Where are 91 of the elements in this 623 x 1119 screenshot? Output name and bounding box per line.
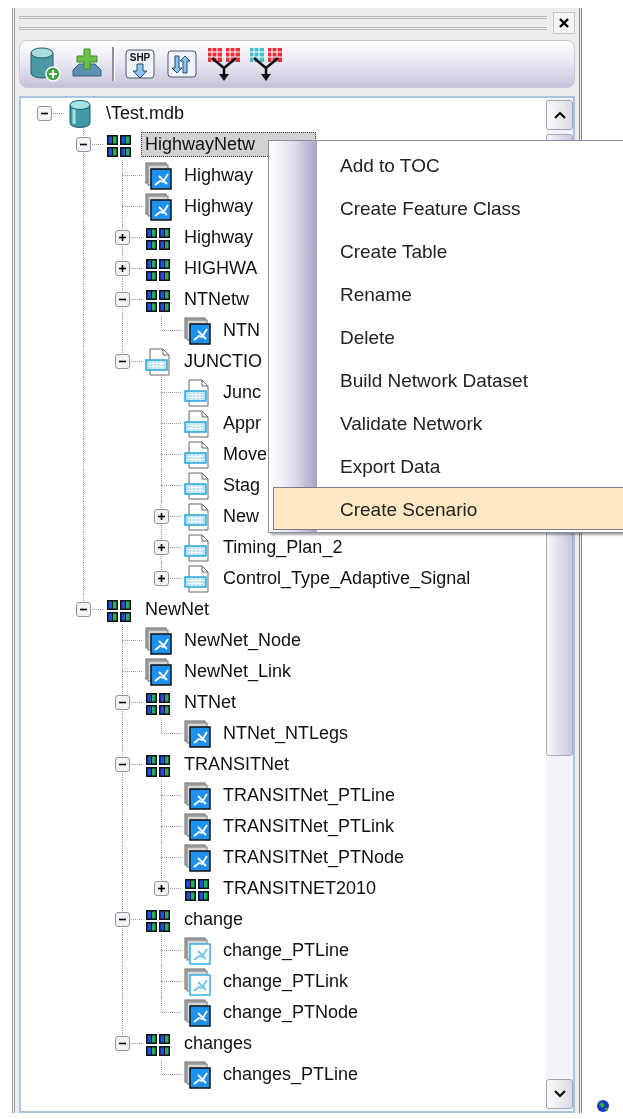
- tree-item[interactable]: Highway: [180, 225, 258, 250]
- menu-item[interactable]: Validate Network: [273, 401, 623, 444]
- collapse-icon[interactable]: [115, 695, 130, 710]
- feature-class-icon: [144, 625, 172, 656]
- menu-item[interactable]: Export Data: [273, 444, 623, 487]
- expand-icon[interactable]: [154, 881, 169, 896]
- tree-item[interactable]: change_PTNode: [219, 1000, 363, 1025]
- collapse-icon[interactable]: [37, 106, 52, 121]
- tree-item[interactable]: NewNet_Link: [180, 659, 296, 684]
- expand-icon[interactable]: [154, 509, 169, 524]
- tree-item[interactable]: HIGHWA: [180, 256, 262, 281]
- tree-item[interactable]: New: [219, 504, 263, 529]
- tree-item[interactable]: Timing_Plan_2: [219, 535, 347, 560]
- table-icon: [183, 408, 211, 439]
- grid-split-icon: [207, 46, 241, 82]
- collapse-icon[interactable]: [115, 757, 130, 772]
- feature-class-icon: [183, 1059, 211, 1090]
- scroll-up-button[interactable]: [546, 100, 573, 130]
- feature-class-icon: [144, 160, 172, 191]
- shp-label: SHP: [129, 52, 151, 63]
- toolbar-button[interactable]: [249, 46, 283, 82]
- collapse-icon[interactable]: [115, 354, 130, 369]
- menu-item[interactable]: Create Scenario: [273, 487, 623, 530]
- expand-icon[interactable]: [115, 230, 130, 245]
- table-icon: [183, 377, 211, 408]
- tree-item[interactable]: change_PTLine: [219, 938, 354, 963]
- tree-item[interactable]: change: [180, 907, 248, 932]
- tree-item[interactable]: NTNet: [180, 690, 240, 715]
- feature-class-icon: [144, 191, 172, 222]
- tree-item[interactable]: Highway: [180, 163, 258, 188]
- table-icon: [183, 439, 211, 470]
- feature-class-icon: [183, 315, 211, 346]
- expand-icon[interactable]: [154, 540, 169, 555]
- menu-item[interactable]: Rename: [273, 272, 623, 315]
- feature-class-icon: [183, 780, 211, 811]
- tree-item[interactable]: Control_Type_Adaptive_Signal: [219, 566, 475, 591]
- tree-item[interactable]: changes_PTLine: [219, 1062, 363, 1087]
- tree-item[interactable]: Highway: [180, 194, 258, 219]
- close-button[interactable]: [553, 12, 575, 34]
- tree-item[interactable]: Junc: [219, 380, 266, 405]
- database-add-icon: [28, 46, 62, 82]
- tree-item[interactable]: Stag: [219, 473, 265, 498]
- menu-item[interactable]: Delete: [273, 315, 623, 358]
- tree-item[interactable]: NewNet_Node: [180, 628, 306, 653]
- collapse-icon[interactable]: [76, 602, 91, 617]
- chevron-up-icon: [552, 110, 567, 120]
- tree-item[interactable]: JUNCTIO: [180, 349, 266, 374]
- table-icon: [183, 532, 211, 563]
- menu-item[interactable]: Create Table: [273, 229, 623, 272]
- feature-class-icon: [144, 656, 172, 687]
- scroll-down-button[interactable]: [546, 1079, 573, 1109]
- tree-item[interactable]: NTNet_NTLegs: [219, 721, 353, 746]
- toolbar-button[interactable]: SHP: [123, 46, 157, 82]
- menu-item[interactable]: Build Network Dataset: [273, 358, 623, 401]
- collapse-icon[interactable]: [115, 912, 130, 927]
- grid-merge-icon: [249, 46, 283, 82]
- tree-item[interactable]: TRANSITNet_PTLine: [219, 783, 400, 808]
- toolbar-button[interactable]: [207, 46, 241, 82]
- collapse-icon[interactable]: [76, 137, 91, 152]
- empty-feature-class-icon: [183, 935, 211, 966]
- feature-class-icon: [183, 811, 211, 842]
- tree-item[interactable]: \Test.mdb: [102, 101, 189, 126]
- table-icon: [183, 470, 211, 501]
- close-icon: [558, 17, 570, 29]
- expand-icon[interactable]: [154, 571, 169, 586]
- collapse-icon[interactable]: [115, 292, 130, 307]
- tree-item[interactable]: Move: [219, 442, 271, 467]
- expand-icon[interactable]: [115, 261, 130, 276]
- tree-item[interactable]: TRANSITNet_PTNode: [219, 845, 409, 870]
- tree-item[interactable]: TRANSITNet_PTLink: [219, 814, 399, 839]
- tree-item[interactable]: TRANSITNet: [180, 752, 293, 777]
- collapse-icon[interactable]: [115, 1036, 130, 1051]
- globe-icon[interactable]: [595, 1099, 610, 1113]
- table-icon: [183, 501, 211, 532]
- table-icon: [144, 346, 172, 377]
- tree-item[interactable]: NTNetw: [180, 287, 253, 312]
- feature-class-icon: [183, 718, 211, 749]
- drag-grip[interactable]: [19, 16, 547, 30]
- empty-feature-class-icon: [183, 966, 211, 997]
- table-icon: [183, 563, 211, 594]
- tree-item[interactable]: Appr: [219, 411, 266, 436]
- chevron-down-icon: [552, 1089, 567, 1099]
- menu-item[interactable]: Create Feature Class: [273, 186, 623, 229]
- tree-item[interactable]: changes: [180, 1031, 257, 1056]
- feature-class-icon: [183, 997, 211, 1028]
- tree-item[interactable]: TRANSITNET2010: [219, 876, 381, 901]
- tree-item[interactable]: NewNet: [141, 597, 214, 622]
- tree-item[interactable]: change_PTLink: [219, 969, 353, 994]
- database-icon: [66, 98, 94, 129]
- tree-item[interactable]: NTN: [219, 318, 264, 343]
- feature-class-icon: [183, 842, 211, 873]
